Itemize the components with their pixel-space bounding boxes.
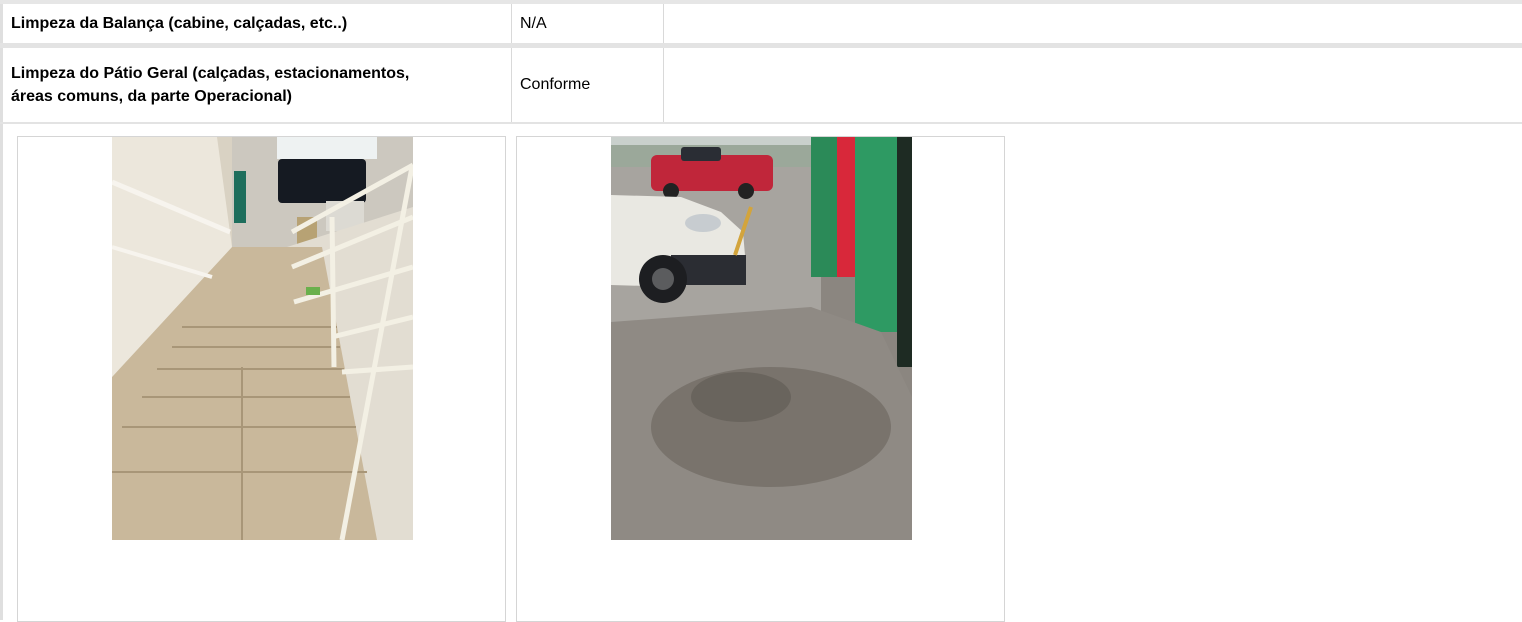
table-row: Limpeza do Pátio Geral (calçadas, estaci… (0, 48, 1522, 122)
photo-frame (17, 136, 506, 622)
parking-pavement-photo[interactable] (611, 137, 912, 540)
notes-cell (664, 4, 1522, 43)
photo-frame (516, 136, 1005, 622)
staircase-photo[interactable] (112, 137, 413, 540)
row-separator (0, 122, 1522, 124)
item-label-line: áreas comuns, da parte Operacional) (11, 88, 292, 105)
status-cell: Conforme (511, 48, 664, 122)
table-left-border (0, 124, 3, 620)
status-cell: N/A (511, 4, 664, 43)
item-label: Limpeza da Balança (cabine, calçadas, et… (11, 15, 348, 32)
item-label-cell: Limpeza do Pátio Geral (calçadas, estaci… (3, 48, 511, 122)
item-label-line: Limpeza do Pátio Geral (calçadas, estaci… (11, 65, 410, 82)
notes-cell (664, 48, 1522, 122)
table-row: Limpeza da Balança (cabine, calçadas, et… (0, 4, 1522, 43)
item-label-cell: Limpeza da Balança (cabine, calçadas, et… (3, 4, 511, 43)
status-value: Conforme (520, 76, 591, 93)
status-value: N/A (520, 14, 547, 32)
